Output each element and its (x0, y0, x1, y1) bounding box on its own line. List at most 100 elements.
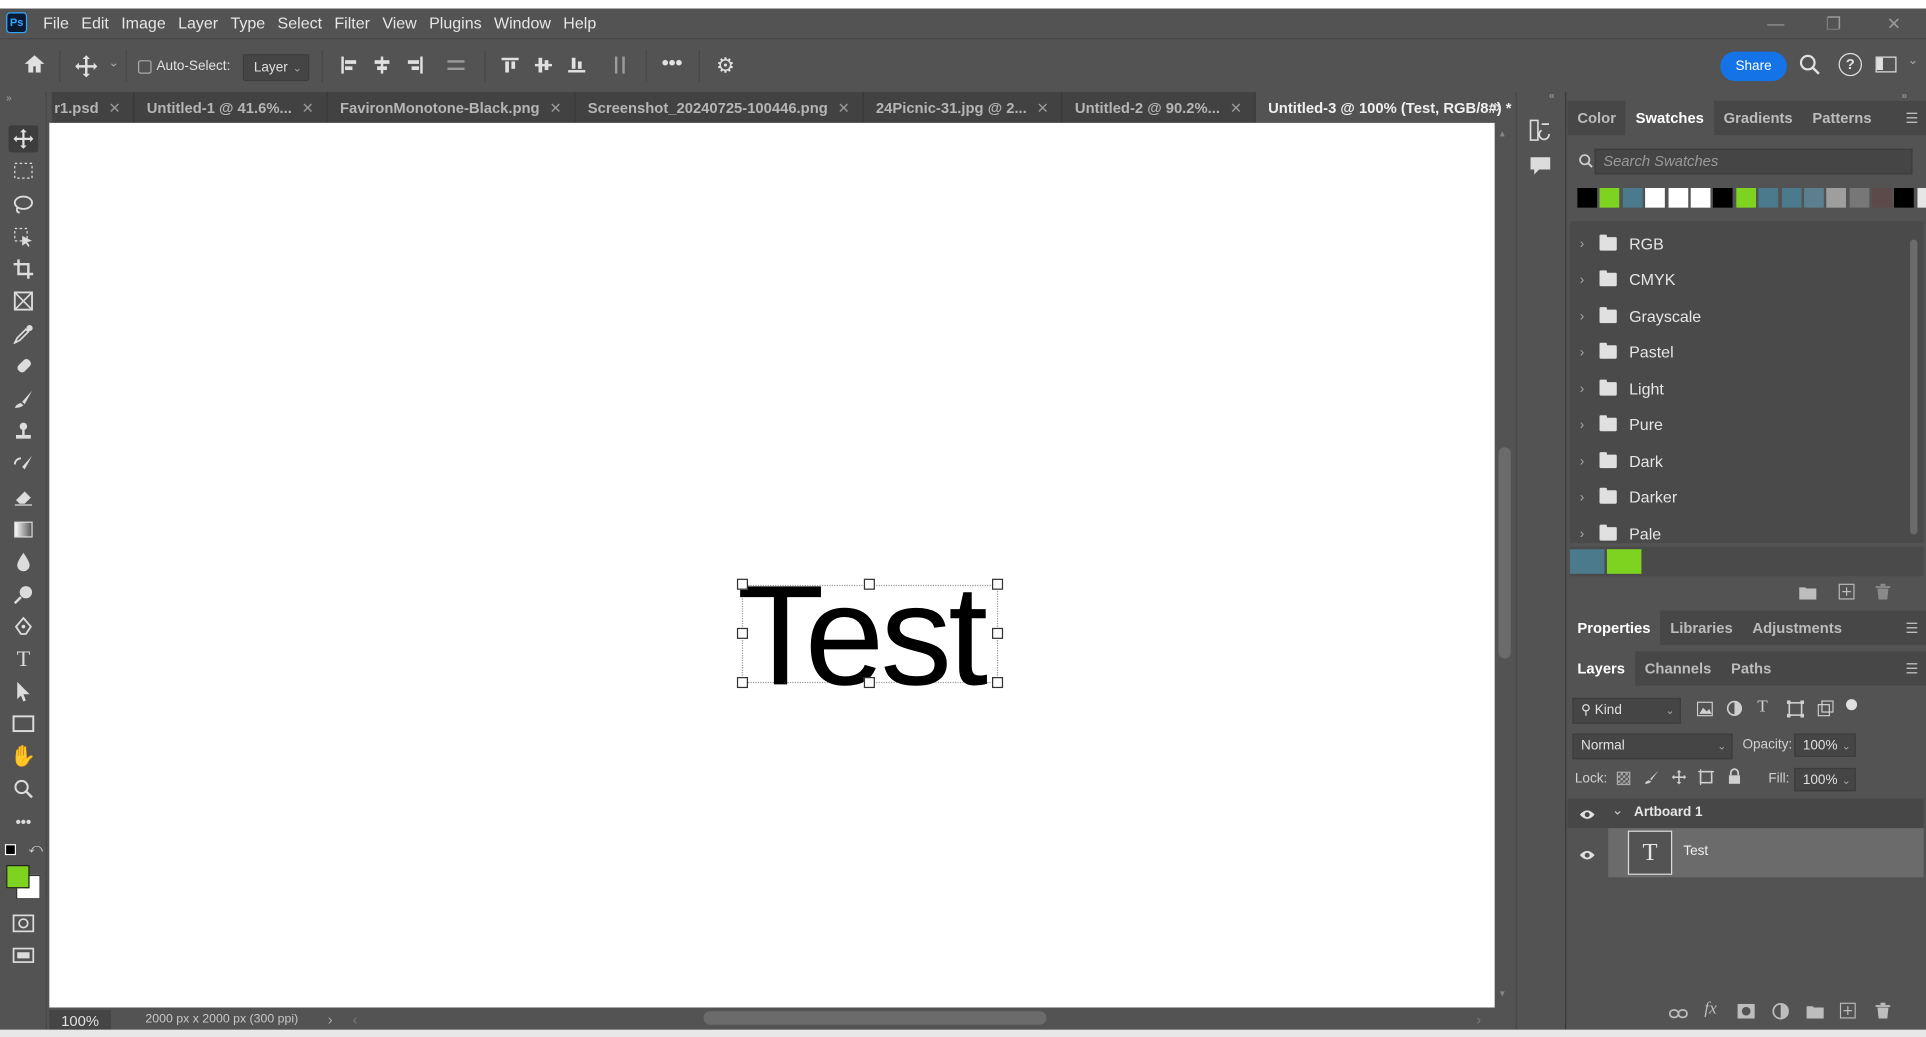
close-tab-icon[interactable]: ✕ (549, 99, 561, 116)
eye-icon[interactable] (1579, 847, 1596, 865)
collapse-dock-icon[interactable]: « (1549, 90, 1554, 101)
recent-swatch[interactable] (1758, 187, 1779, 208)
menu-file[interactable]: File (37, 9, 75, 38)
align-center-icon[interactable] (373, 56, 390, 78)
move-tool-icon[interactable] (74, 54, 99, 82)
tab-favironmonotone[interactable]: FavironMonotone-Black.png ✕ (328, 92, 576, 123)
filter-shape-icon[interactable] (1786, 700, 1805, 721)
swatches-scrollbar[interactable] (1909, 227, 1920, 540)
close-tab-icon[interactable]: ✕ (302, 99, 314, 116)
healing-brush-icon[interactable] (9, 353, 39, 380)
tab-gradients[interactable]: Gradients (1714, 101, 1803, 135)
gradient-tool-icon[interactable] (9, 516, 39, 543)
close-tab-icon[interactable]: ✕ (108, 99, 120, 116)
swatch-loose-1[interactable] (1569, 549, 1605, 574)
tab-patterns[interactable]: Patterns (1803, 101, 1882, 135)
filter-adjustment-icon[interactable] (1726, 700, 1743, 720)
lock-artboard-icon[interactable] (1698, 769, 1715, 789)
transform-handle[interactable] (992, 578, 1004, 590)
menu-edit[interactable]: Edit (75, 9, 115, 38)
marquee-tool-icon[interactable] (9, 157, 39, 184)
tab-r1-psd[interactable]: r1.psd ✕ (52, 92, 135, 123)
align-middle-icon[interactable] (534, 57, 553, 78)
recent-swatch[interactable] (1622, 187, 1643, 208)
lock-transparent-icon[interactable] (1616, 771, 1631, 786)
tab-swatches[interactable]: Swatches (1625, 100, 1714, 136)
transform-handle[interactable] (736, 627, 749, 639)
tab-untitled-2[interactable]: Untitled-2 @ 90.2%... ✕ (1063, 92, 1256, 123)
workspace-icon[interactable] (1875, 56, 1897, 73)
new-group-icon[interactable] (1806, 1004, 1824, 1022)
vertical-scroll-thumb[interactable] (1498, 447, 1511, 659)
blend-mode-dropdown[interactable]: Normal ⌄ (1572, 733, 1733, 760)
tab-screenshot[interactable]: Screenshot_20240725-100446.png ✕ (575, 92, 864, 123)
foreground-color-swatch[interactable] (6, 865, 30, 889)
panel-menu-icon[interactable]: ☰ (1905, 109, 1918, 126)
swatch-group-grayscale[interactable]: › Grayscale (1580, 299, 1907, 335)
close-tab-icon[interactable]: ✕ (1037, 99, 1049, 116)
type-tool-icon[interactable]: T (9, 645, 39, 672)
lock-all-icon[interactable] (1728, 768, 1742, 788)
trash-icon[interactable] (1875, 583, 1891, 604)
document-info[interactable]: 2000 px x 2000 px (300 ppi) (145, 1012, 298, 1026)
transform-handle[interactable] (863, 677, 875, 689)
swatch-group-dark[interactable]: › Dark (1580, 444, 1907, 480)
auto-select-checkbox[interactable] (138, 59, 152, 74)
menu-image[interactable]: Image (115, 9, 172, 38)
eraser-tool-icon[interactable] (9, 483, 39, 510)
transform-handle[interactable] (992, 677, 1004, 689)
panel-menu-icon[interactable]: ☰ (1905, 619, 1918, 636)
canvas-text-layer[interactable]: Test (737, 555, 988, 715)
stamp-tool-icon[interactable] (9, 418, 39, 445)
menu-select[interactable]: Select (271, 9, 328, 38)
tab-untitled-1[interactable]: Untitled-1 @ 41.6%... ✕ (134, 92, 328, 123)
filter-pixel-icon[interactable] (1696, 701, 1713, 720)
search-swatches-input[interactable]: Search Swatches (1594, 148, 1913, 175)
restore-icon[interactable]: ❐ (1805, 9, 1862, 38)
recent-swatch[interactable] (1600, 187, 1620, 208)
opacity-field[interactable]: 100% ⌄ (1794, 733, 1856, 757)
tab-adjustments[interactable]: Adjustments (1743, 611, 1852, 645)
transform-handle[interactable] (992, 627, 1004, 639)
close-tab-icon[interactable]: ✕ (838, 99, 850, 116)
object-selection-icon[interactable] (9, 224, 39, 251)
default-colors-icon[interactable] (4, 844, 17, 856)
swap-colors-icon[interactable]: ⤺ (28, 842, 42, 858)
frame-tool-icon[interactable] (9, 288, 39, 315)
add-mask-icon[interactable] (1737, 1003, 1755, 1022)
history-panel-icon[interactable] (1529, 119, 1551, 145)
recent-swatch[interactable] (1645, 187, 1666, 208)
blur-tool-icon[interactable] (9, 548, 39, 575)
recent-swatch[interactable] (1667, 187, 1688, 208)
menu-layer[interactable]: Layer (172, 9, 224, 38)
swatch-loose-2[interactable] (1606, 549, 1642, 574)
menu-type[interactable]: Type (224, 9, 271, 38)
recent-swatch[interactable] (1871, 187, 1892, 208)
recent-swatch[interactable] (1826, 187, 1847, 208)
fill-field[interactable]: 100% ⌄ (1794, 767, 1856, 792)
transform-handle[interactable] (863, 578, 875, 590)
home-icon[interactable] (22, 53, 47, 81)
tab-layers[interactable]: Layers (1567, 651, 1635, 686)
link-layers-icon[interactable] (1668, 1005, 1689, 1023)
move-tool-icon[interactable] (8, 125, 39, 153)
collapse-toolbar-icon[interactable]: » (6, 92, 11, 103)
pen-tool-icon[interactable] (9, 613, 39, 640)
more-options-icon[interactable]: ••• (662, 53, 683, 75)
path-selection-icon[interactable] (9, 678, 39, 705)
swatch-group-light[interactable]: › Light (1580, 371, 1907, 407)
help-icon[interactable]: ? (1838, 52, 1863, 77)
align-top-icon[interactable] (501, 57, 519, 78)
crop-tool-icon[interactable] (9, 256, 39, 283)
recent-swatch[interactable] (1735, 187, 1756, 208)
scroll-down-icon[interactable]: ▾ (1500, 988, 1505, 999)
share-button[interactable]: Share (1720, 51, 1787, 82)
eyedropper-tool-icon[interactable] (9, 321, 39, 348)
swatch-group-rgb[interactable]: › RGB (1580, 226, 1907, 262)
document-canvas[interactable]: Test (49, 122, 1495, 1008)
screen-mode-icon[interactable] (12, 947, 35, 969)
tab-24picnic[interactable]: 24Picnic-31.jpg @ 2... ✕ (864, 92, 1063, 123)
new-layer-icon[interactable] (1839, 1002, 1856, 1023)
recent-swatch[interactable] (1690, 187, 1711, 208)
close-tab-icon[interactable]: ✕ (1230, 99, 1242, 116)
